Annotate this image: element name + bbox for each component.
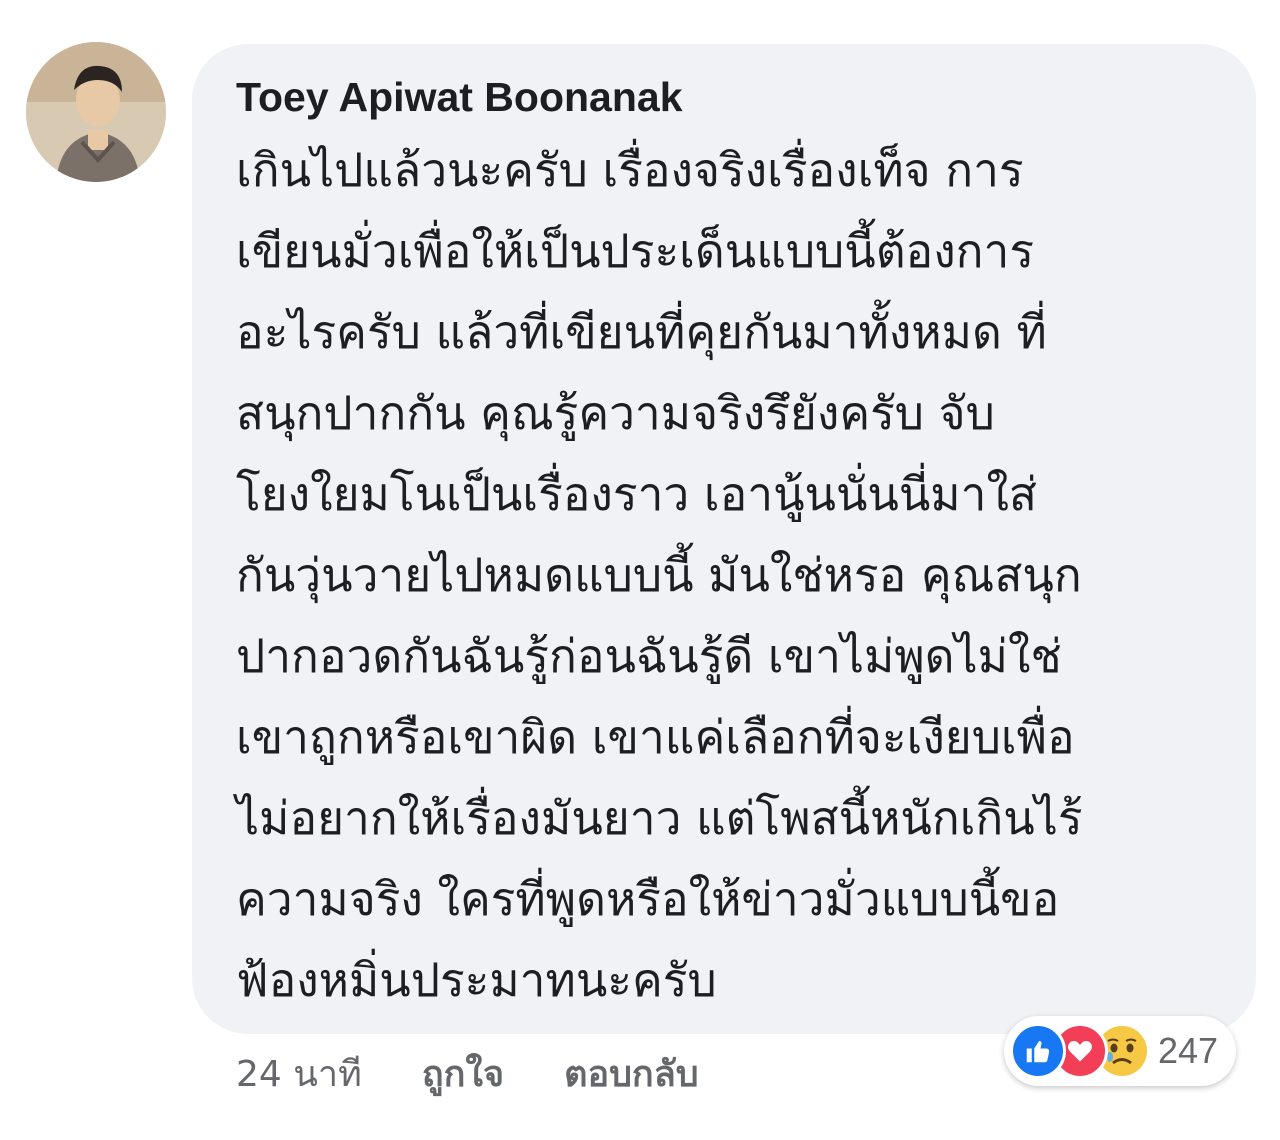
reaction-count: 247	[1158, 1030, 1219, 1071]
comment-bubble: Toey Apiwat Boonanak เกินไปแล้วนะครับ เร…	[192, 44, 1256, 1034]
comment-page: Toey Apiwat Boonanak เกินไปแล้วนะครับ เร…	[0, 0, 1280, 1140]
comment-line: โยงใยมโนเป็นเรื่องราว เอานู้นนั่นนี่มาใส…	[236, 467, 1037, 521]
comment-text: เกินไปแล้วนะครับ เรื่องจริงเรื่องเท็จ กา…	[236, 130, 1226, 1021]
comment-line: สนุกปากกัน คุณรู้ความจริงรึยังครับ จับ	[236, 386, 995, 440]
comment-line: เขียนมั่วเพื่อให้เป็นประเด็นแบบนี้ต้องกา…	[236, 224, 1035, 278]
comment-line: ไม่อยากให้เรื่องมันยาว แต่โพสนี้หนักเกิน…	[236, 791, 1083, 845]
comment-line: ปากอวดกันฉันรู้ก่อนฉันรู้ดี เขาไม่พูดไม่…	[236, 629, 1062, 683]
comment-line: ความจริง ใครที่พูดหรือให้ข่าวมั่วแบบนี้ข…	[236, 872, 1060, 926]
avatar[interactable]	[26, 42, 166, 182]
reply-button[interactable]: ตอบกลับ	[564, 1045, 699, 1102]
comment-line: ฟ้องหมิ่นประมาทนะครับ	[236, 953, 717, 1007]
comment-line: เกินไปแล้วนะครับ เรื่องจริงเรื่องเท็จ กา…	[236, 143, 1024, 197]
comment-line: กันวุ่นวายไปหมดแบบนี้ มันใช่หรอ คุณสนุก	[236, 548, 1082, 602]
avatar-photo	[26, 42, 166, 182]
thumbs-up-icon	[1010, 1023, 1066, 1079]
comment-line: เขาถูกหรือเขาผิด เขาแค่เลือกที่จะเงียบเพ…	[236, 710, 1075, 764]
like-button[interactable]: ถูกใจ	[422, 1045, 504, 1102]
comment-timestamp[interactable]: 24 นาที	[236, 1045, 362, 1102]
author-name[interactable]: Toey Apiwat Boonanak	[236, 70, 1226, 124]
comment-actions: 24 นาที ถูกใจ ตอบกลับ	[236, 1046, 699, 1100]
reactions-summary[interactable]: 247	[1004, 1016, 1237, 1086]
comment-line: อะไรครับ แล้วที่เขียนที่คุยกันมาทั้งหมด …	[236, 305, 1047, 359]
